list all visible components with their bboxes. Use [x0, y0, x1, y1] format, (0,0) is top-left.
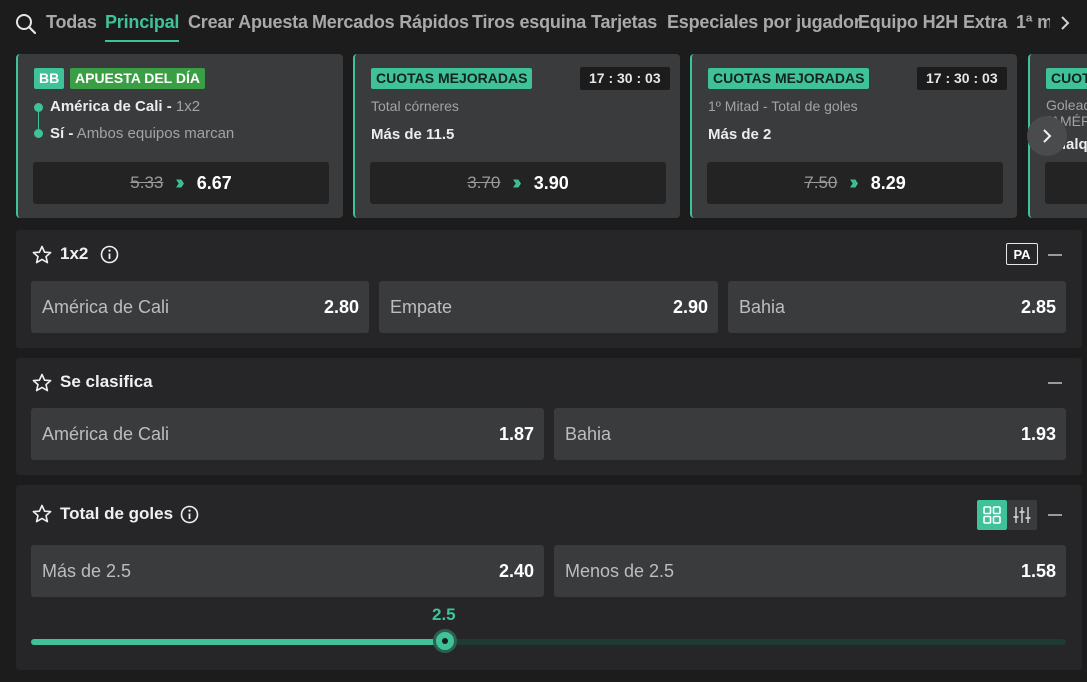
- odds-button[interactable]: Bahia 1.93: [554, 408, 1066, 460]
- tab-especiales-jugador[interactable]: Especiales por jugador: [667, 12, 861, 33]
- slider-fill: [31, 639, 445, 645]
- goal-line-slider[interactable]: [31, 639, 1066, 645]
- market-title: Total de goles: [60, 504, 174, 523]
- odds-button[interactable]: América de Cali 1.87: [31, 408, 544, 460]
- market-tabs: Todas Principal Crear Apuesta Mercados R…: [0, 0, 1087, 46]
- boosted-odds-button[interactable]: 7.50 ›› 8.29: [707, 162, 1003, 204]
- tab-crear-apuesta[interactable]: Crear Apuesta: [188, 12, 308, 33]
- countdown-timer: 17 : 30 : 03: [917, 67, 1007, 90]
- tab-tarjetas[interactable]: Tarjetas: [591, 12, 657, 33]
- bet-of-day-card: BB APUESTA DEL DÍA América de Cali - 1x2…: [16, 54, 343, 218]
- tab-tiros-esquina[interactable]: Tiros esquina: [472, 12, 586, 33]
- slider-view-button[interactable]: [1007, 500, 1037, 530]
- new-odds: 3.90: [533, 172, 569, 193]
- odds-button[interactable]: Empate 2.90: [379, 281, 718, 333]
- boosted-odds-button[interactable]: 5.33 ›› 6.67: [33, 162, 329, 204]
- star-icon[interactable]: [32, 373, 52, 393]
- collapse-icon[interactable]: [1048, 382, 1062, 384]
- star-icon[interactable]: [32, 245, 52, 265]
- grid-icon: [983, 506, 1001, 524]
- leg-1: América de Cali - 1x2: [50, 98, 201, 115]
- pa-toggle-button[interactable]: PA: [1006, 243, 1038, 265]
- tab-primera-mitad[interactable]: 1ª m: [1016, 12, 1050, 33]
- sliders-icon: [1013, 507, 1031, 523]
- carousel-next-button[interactable]: [1027, 116, 1067, 156]
- slider-handle[interactable]: [433, 629, 457, 653]
- odds-button[interactable]: Menos de 2.5 1.58: [554, 545, 1066, 597]
- countdown-timer: 17 : 30 : 03: [580, 67, 670, 90]
- bb-badge: BB: [34, 68, 65, 89]
- boosted-odds-card: CUOTAS MEJORADAS 17 : 30 : 03 1º Mitad -…: [690, 54, 1017, 218]
- odds-button[interactable]: Más de 2.5 2.40: [31, 545, 544, 597]
- slider-value: 2.5: [432, 605, 456, 624]
- tab-todas[interactable]: Todas: [46, 12, 97, 33]
- old-odds: 7.50: [804, 173, 838, 192]
- double-chevron-icon: ››: [175, 171, 185, 194]
- info-icon[interactable]: [100, 245, 119, 264]
- new-odds: 6.67: [196, 172, 232, 193]
- tab-equipo-h2h[interactable]: Equipo H2H: [858, 12, 958, 33]
- odds-button[interactable]: Bahia 2.85: [728, 281, 1066, 333]
- market-name: 1º Mitad - Total de goles: [708, 98, 858, 114]
- old-odds: 5.33: [130, 173, 164, 192]
- double-chevron-icon: ››: [512, 171, 522, 194]
- leg-dot: [34, 103, 43, 112]
- star-icon[interactable]: [32, 504, 52, 524]
- collapse-icon[interactable]: [1048, 514, 1062, 516]
- old-odds: 3.70: [467, 173, 501, 192]
- boosted-badge: CUOTAS MEJORADAS: [708, 68, 870, 89]
- tab-extra[interactable]: Extra: [963, 12, 1007, 33]
- new-odds: 8.29: [870, 172, 906, 193]
- market-name: Total córneres: [371, 98, 459, 114]
- boosted-odds-button[interactable]: 3.70 ›› 3.90: [370, 162, 666, 204]
- collapse-icon[interactable]: [1048, 254, 1062, 256]
- market-se-clasifica: Se clasifica América de Cali 1.87 Bahia …: [16, 358, 1082, 475]
- tab-mercados-rapidos[interactable]: Mercados Rápidos: [312, 12, 469, 33]
- chevron-right-icon[interactable]: [1057, 14, 1073, 32]
- market-total-goles: Total de goles Más de 2.5 2.40 Menos de …: [16, 485, 1082, 670]
- bet-of-day-badge: APUESTA DEL DÍA: [70, 68, 205, 89]
- market-title: Se clasifica: [60, 372, 153, 391]
- boosted-badge: CUOTAS MEJORADAS: [1046, 68, 1087, 89]
- info-icon[interactable]: [180, 505, 199, 524]
- double-chevron-icon: ››: [849, 171, 859, 194]
- selection-name: Más de 11.5: [371, 126, 455, 143]
- search-icon[interactable]: [15, 13, 37, 35]
- selection-name: Más de 2: [708, 126, 772, 143]
- odds-button[interactable]: América de Cali 2.80: [31, 281, 369, 333]
- leg-2: Sí - Ambos equipos marcan: [50, 125, 235, 142]
- chevron-right-icon: [1043, 129, 1052, 143]
- tab-principal[interactable]: Principal: [105, 12, 180, 42]
- leg-dot: [34, 129, 43, 138]
- grid-view-button[interactable]: [977, 500, 1007, 530]
- market-name: Goleado: [1046, 97, 1087, 113]
- boosted-odds-button[interactable]: [1045, 162, 1087, 204]
- boosted-badge: CUOTAS MEJORADAS: [371, 68, 533, 89]
- market-title: 1x2: [60, 244, 89, 263]
- market-1x2: 1x2 PA América de Cali 2.80 Empate 2.90 …: [16, 230, 1082, 348]
- boosted-odds-card: CUOTAS MEJORADAS 17 : 30 : 03 Total córn…: [353, 54, 680, 218]
- leg-connector: [38, 112, 39, 130]
